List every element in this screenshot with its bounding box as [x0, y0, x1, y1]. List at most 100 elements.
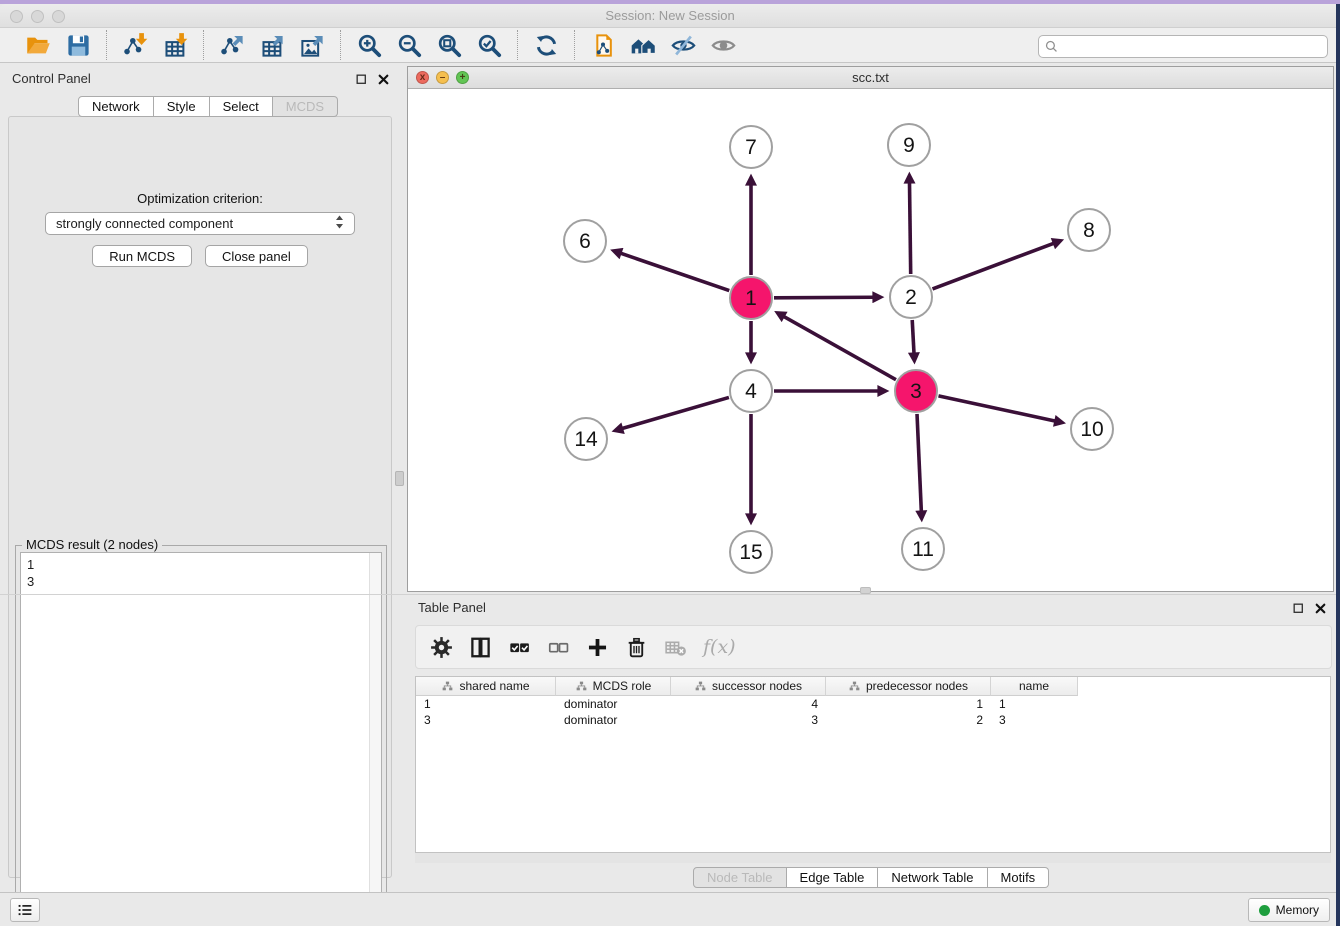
- zoom-selected-button[interactable]: [469, 30, 509, 60]
- toolbar-group: [10, 30, 106, 60]
- node-4-label: 4: [745, 380, 757, 403]
- open-folder-button[interactable]: [18, 30, 58, 60]
- search-input[interactable]: [1060, 40, 1323, 54]
- tab-motifs[interactable]: Motifs: [988, 867, 1050, 888]
- search-icon: [1043, 38, 1060, 55]
- cell[interactable]: 3: [416, 712, 556, 728]
- delete-table-icon: [663, 635, 688, 660]
- select-all-button[interactable]: [506, 634, 533, 661]
- tab-select[interactable]: Select: [210, 96, 273, 117]
- cell[interactable]: dominator: [556, 696, 671, 712]
- table-header-row: shared nameMCDS rolesuccessor nodesprede…: [416, 677, 1330, 696]
- edge-3-10[interactable]: [938, 396, 1054, 421]
- close-panel-button[interactable]: Close panel: [205, 245, 308, 267]
- cell[interactable]: 1: [826, 696, 991, 712]
- columns-icon: [468, 635, 493, 660]
- table-panel-header: Table Panel: [400, 598, 1336, 618]
- horizontal-splitter-handle[interactable]: [860, 587, 871, 594]
- cell[interactable]: 3: [991, 712, 1078, 728]
- cell[interactable]: 3: [671, 712, 826, 728]
- node-table[interactable]: shared nameMCDS rolesuccessor nodesprede…: [415, 676, 1331, 853]
- edge-2-3[interactable]: [912, 320, 914, 353]
- import-network-button[interactable]: [115, 30, 155, 60]
- network-graph-canvas[interactable]: 7968124314101511: [408, 89, 1333, 591]
- import-table-icon: [162, 32, 189, 59]
- network-list-button[interactable]: [10, 898, 40, 922]
- stepper-icon: [335, 214, 344, 233]
- import-table-button[interactable]: [155, 30, 195, 60]
- hide-eye-button[interactable]: [663, 30, 703, 60]
- edge-3-1[interactable]: [784, 317, 896, 380]
- edge-2-8[interactable]: [933, 243, 1054, 289]
- mcds-result-text[interactable]: 1 3: [20, 552, 382, 920]
- column-header-successor-nodes[interactable]: successor nodes: [671, 677, 826, 696]
- trash-button[interactable]: [623, 634, 650, 661]
- table-panel-title: Table Panel: [418, 600, 486, 615]
- tab-edge-table[interactable]: Edge Table: [787, 867, 879, 888]
- application-window: Session: New Session Control Panel Netwo…: [0, 0, 1340, 926]
- node-8-label: 8: [1083, 219, 1095, 242]
- table-row[interactable]: 3dominator323: [416, 712, 1330, 728]
- deselect-button[interactable]: [545, 634, 572, 661]
- zoom-in-button[interactable]: [349, 30, 389, 60]
- export-image-button[interactable]: [292, 30, 332, 60]
- float-table-panel-icon[interactable]: [1290, 600, 1306, 616]
- table-row[interactable]: 1dominator411: [416, 696, 1330, 712]
- edge-2-9[interactable]: [910, 183, 911, 274]
- houses-button[interactable]: [623, 30, 663, 60]
- export-network-button[interactable]: [212, 30, 252, 60]
- tree-icon: [694, 680, 707, 693]
- edge-4-14[interactable]: [622, 397, 728, 428]
- column-header-MCDS-role[interactable]: MCDS role: [556, 677, 671, 696]
- search-box[interactable]: [1038, 35, 1328, 58]
- cell[interactable]: 1: [991, 696, 1078, 712]
- zoom-selected-icon: [476, 32, 503, 59]
- network-window-titlebar[interactable]: x–+ scc.txt: [408, 67, 1333, 89]
- list-icon: [16, 901, 34, 919]
- memory-button[interactable]: Memory: [1248, 898, 1330, 922]
- clone-network-button[interactable]: [583, 30, 623, 60]
- cell[interactable]: 2: [826, 712, 991, 728]
- export-table-button[interactable]: [252, 30, 292, 60]
- plus-icon: [585, 635, 610, 660]
- cell[interactable]: 4: [671, 696, 826, 712]
- network-view-window[interactable]: x–+ scc.txt 7968124314101511: [407, 66, 1334, 592]
- column-header-name[interactable]: name: [991, 677, 1078, 696]
- float-panel-icon[interactable]: [353, 71, 369, 87]
- gear-button[interactable]: [428, 634, 455, 661]
- mcds-result-group: MCDS result (2 nodes) 1 3: [15, 545, 387, 925]
- save-button[interactable]: [58, 30, 98, 60]
- eye-button[interactable]: [703, 30, 743, 60]
- node-2-label: 2: [905, 286, 917, 309]
- export-table-icon: [259, 32, 286, 59]
- edge-1-6[interactable]: [621, 253, 729, 290]
- column-header-predecessor-nodes[interactable]: predecessor nodes: [826, 677, 991, 696]
- zoom-fit-button[interactable]: [429, 30, 469, 60]
- cell[interactable]: dominator: [556, 712, 671, 728]
- mcds-panel: Optimization criterion: strongly connect…: [8, 116, 392, 878]
- cell[interactable]: 1: [416, 696, 556, 712]
- optimization-criterion-dropdown[interactable]: strongly connected component: [45, 212, 355, 235]
- run-mcds-button[interactable]: Run MCDS: [92, 245, 192, 267]
- tab-network-table[interactable]: Network Table: [878, 867, 987, 888]
- node-6-label: 6: [579, 230, 591, 253]
- window-titlebar[interactable]: Session: New Session: [0, 4, 1340, 28]
- tree-icon: [848, 680, 861, 693]
- tab-network[interactable]: Network: [78, 96, 154, 117]
- close-table-panel-icon[interactable]: [1312, 600, 1328, 616]
- edge-1-2[interactable]: [774, 297, 873, 298]
- toolbar-group: [517, 30, 574, 60]
- column-header-shared-name[interactable]: shared name: [416, 677, 556, 696]
- refresh-button[interactable]: [526, 30, 566, 60]
- tab-style[interactable]: Style: [154, 96, 210, 117]
- node-7-label: 7: [745, 136, 757, 159]
- zoom-out-button[interactable]: [389, 30, 429, 60]
- tab-node-table[interactable]: Node Table: [693, 867, 787, 888]
- plus-button[interactable]: [584, 634, 611, 661]
- close-panel-icon[interactable]: [375, 71, 391, 87]
- columns-button[interactable]: [467, 634, 494, 661]
- result-scrollbar[interactable]: [369, 553, 381, 919]
- edge-3-11[interactable]: [917, 414, 921, 511]
- vertical-splitter-handle[interactable]: [395, 471, 404, 486]
- tab-mcds[interactable]: MCDS: [273, 96, 338, 117]
